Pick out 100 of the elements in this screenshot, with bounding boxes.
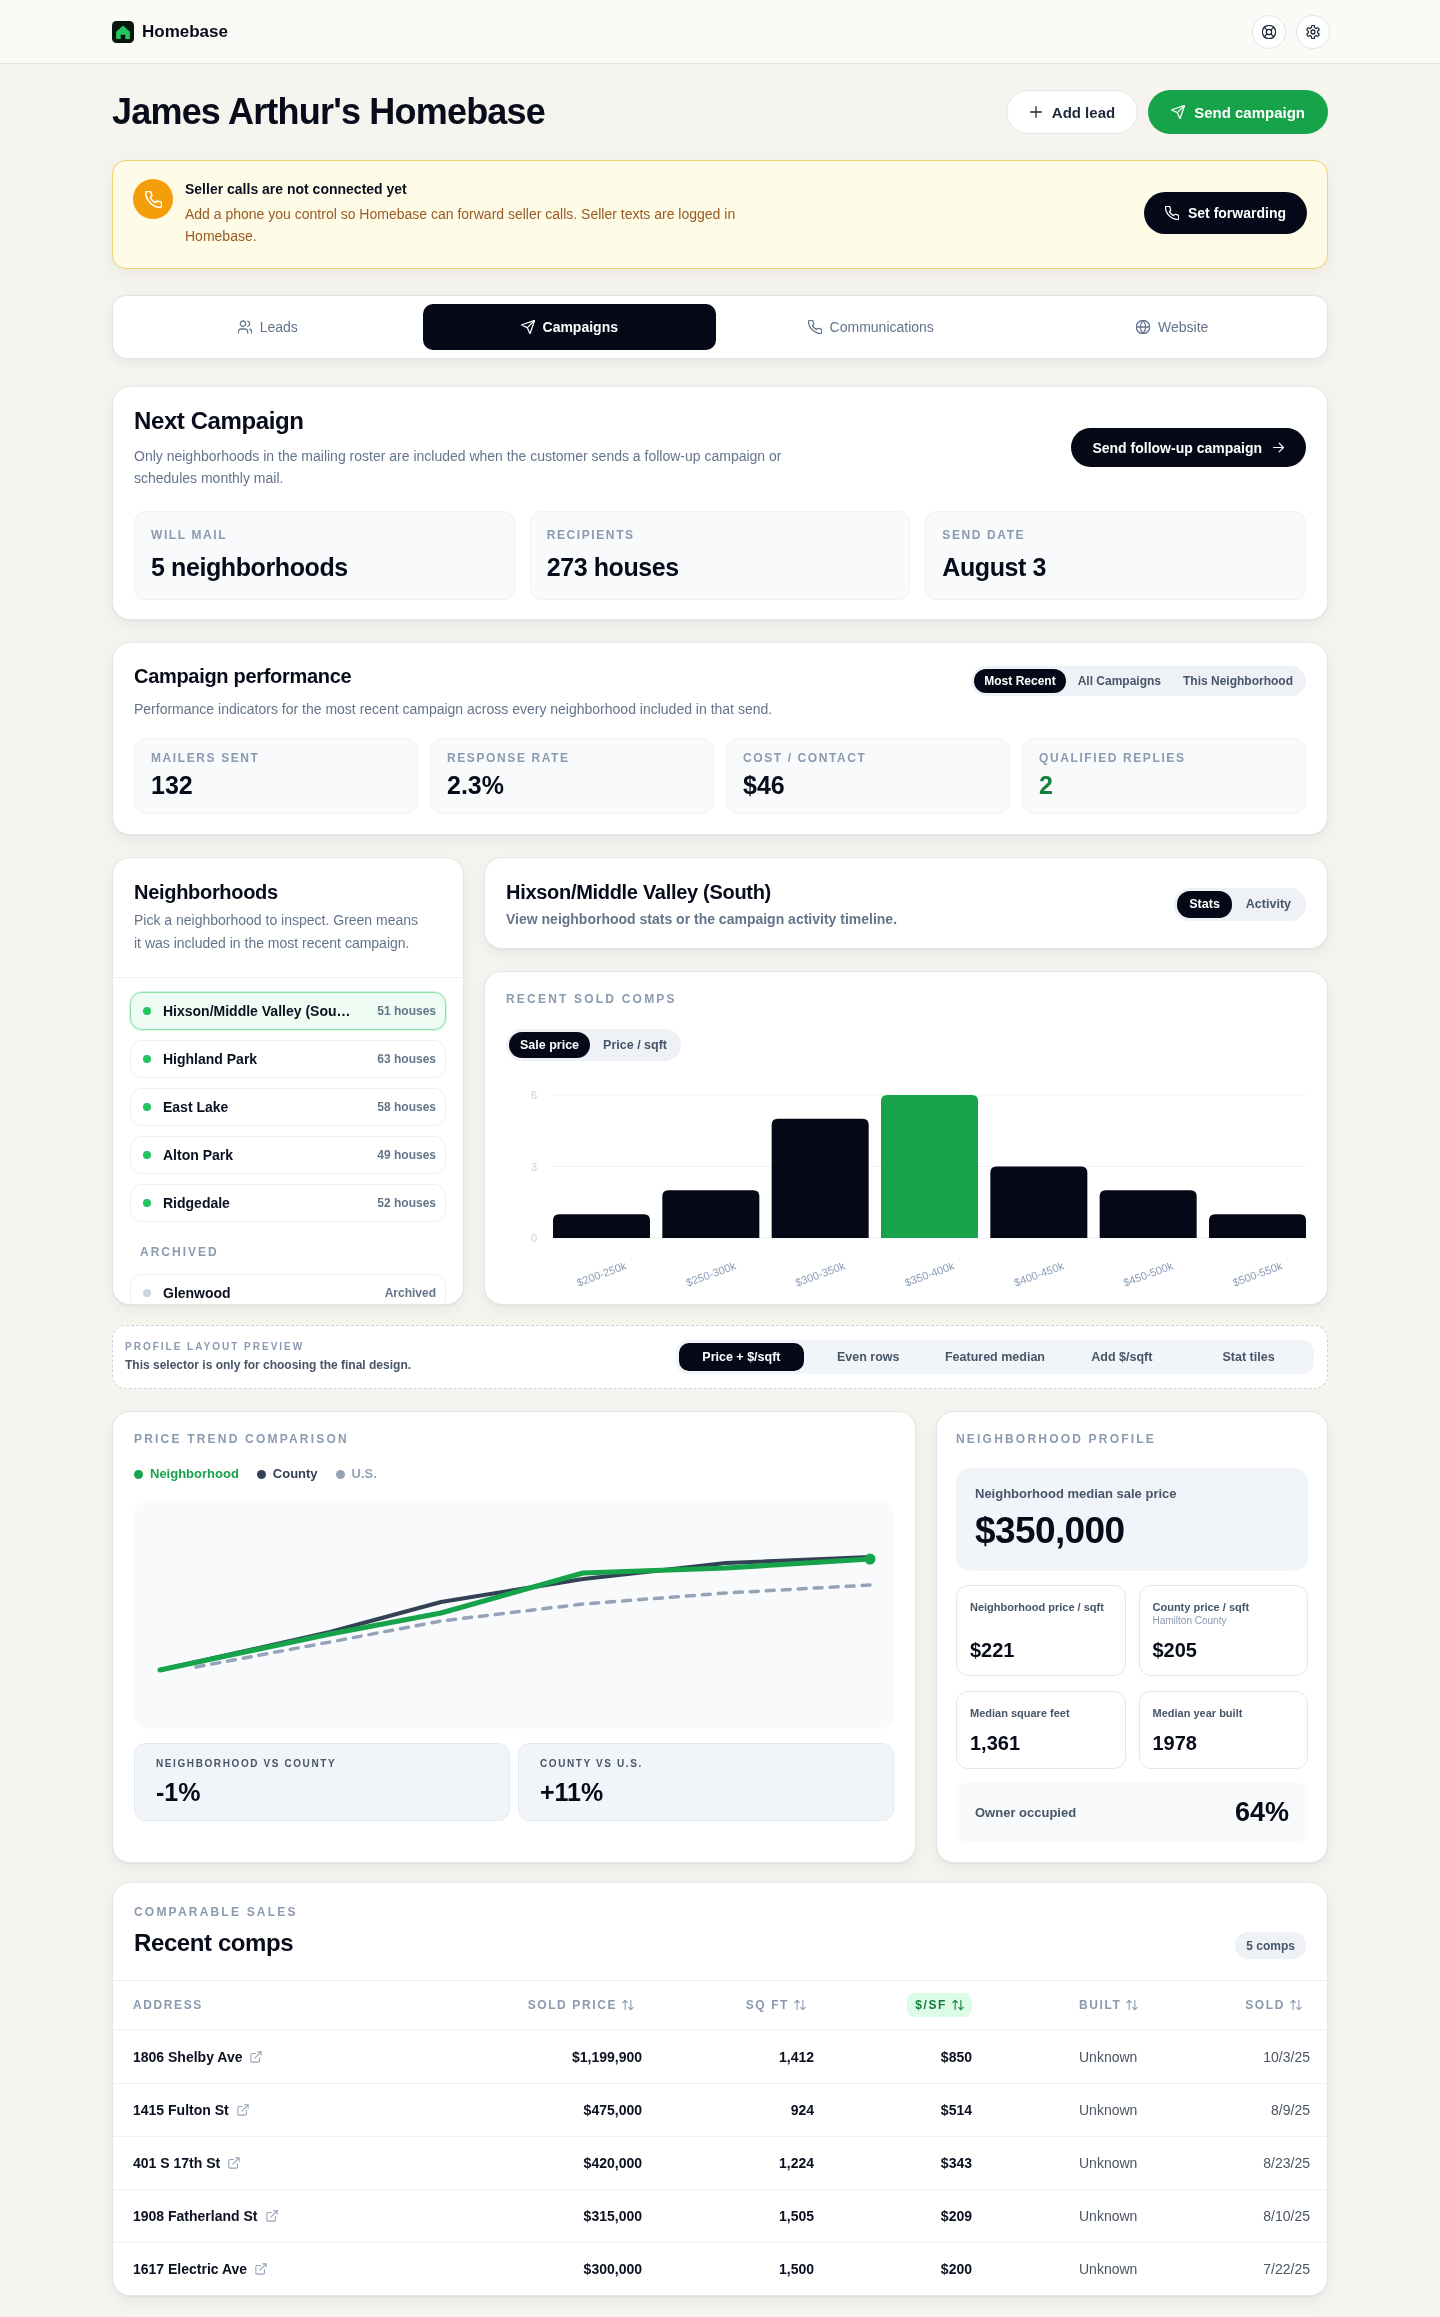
sort-icon [1290, 1999, 1302, 2011]
stat-value: 273 houses [546, 552, 680, 582]
settings-button[interactable] [1296, 14, 1330, 49]
stat-label: RECIPIENTS [546, 528, 636, 542]
section-description: View neighborhood stats or the campaign activity timeline. [506, 910, 898, 929]
section-label: PRICE TREND COMPARISON [134, 1432, 350, 1446]
address-link[interactable]: 1908 Fatherland St [133, 2208, 278, 2224]
neighborhood-item[interactable]: Alton Park 49 houses [130, 1136, 446, 1174]
table-cell: $850 [940, 2048, 972, 2065]
nav-tab[interactable]: Campaigns [422, 304, 716, 350]
column-header[interactable]: $/SF [907, 1993, 972, 2017]
layout-option[interactable]: Even rows [805, 1343, 931, 1371]
section-title: Recent comps [134, 1928, 295, 1958]
sort-icon [622, 1999, 634, 2011]
table-cell: $420,000 [583, 2155, 642, 2171]
external-link-icon [265, 2210, 278, 2222]
neighborhood-item[interactable]: Highland Park 63 houses [130, 1040, 446, 1078]
table-cell: 8/9/25 [1271, 2102, 1310, 2118]
neighborhood-item[interactable]: East Lake 58 houses [130, 1088, 446, 1126]
layout-option[interactable]: Price + $/sqft [679, 1343, 804, 1371]
nav-tab[interactable]: Leads [121, 304, 415, 350]
page-title: James Arthur's Homebase [112, 90, 545, 134]
layout-option[interactable]: Featured median [932, 1343, 1058, 1371]
settings-icon [1306, 24, 1320, 39]
section-title: Neighborhoods [134, 880, 279, 905]
metric-label: QUALIFIED REPLIES [1039, 751, 1187, 765]
plus-icon [1028, 105, 1043, 119]
send-follow-up-button[interactable]: Send follow-up campaign [1071, 428, 1306, 467]
users-icon [237, 320, 252, 334]
stat-value: 5 neighborhoods [151, 552, 349, 582]
table-cell: 1,412 [778, 2048, 814, 2065]
stat-label: County price / sqft [1152, 1600, 1251, 1614]
address-link[interactable]: 1617 Electric Ave [133, 2261, 268, 2277]
table-cell: 1,224 [778, 2155, 814, 2171]
table-cell: $1,199,900 [571, 2048, 642, 2065]
table-cell: 1,505 [778, 2208, 814, 2224]
stat-sublabel: Hamilton County [1152, 1614, 1228, 1627]
brand-name: Homebase [142, 21, 228, 42]
neighborhood-item[interactable]: Hixson/Middle Valley (Sou… 51 houses [130, 992, 446, 1030]
stat-value: 1,361 [970, 1731, 1022, 1755]
metric-value: 2.3% [447, 771, 505, 799]
external-link-icon [255, 2263, 268, 2275]
nav-tab[interactable]: Communications [724, 304, 1018, 350]
filter-option[interactable]: Most Recent [974, 669, 1066, 693]
section-title: Campaign performance [134, 664, 352, 689]
table-cell: 10/3/25 [1263, 2048, 1310, 2065]
table-cell: $300,000 [583, 2261, 642, 2277]
neighborhood-item[interactable]: Glenwood Archived [130, 1274, 446, 1304]
section-description: Performance indicators for the most recent campaign across every neighborhood included in that send. [134, 700, 774, 719]
section-title: Hixson/Middle Valley (South) [506, 880, 772, 905]
house-count: 49 houses [377, 1148, 436, 1162]
alert-message: Add a phone you control so Homebase can forward seller calls. Seller texts are logged in Homebase. [185, 205, 737, 246]
set-forwarding-button[interactable]: Set forwarding [1144, 192, 1307, 234]
phone-icon [807, 320, 822, 334]
stat-value: $221 [970, 1638, 1016, 1662]
layout-option[interactable]: Stat tiles [1186, 1343, 1311, 1371]
add-lead-button[interactable]: Add lead [1005, 90, 1139, 134]
comparison-value: +11% [540, 1778, 605, 1806]
table-cell: Unknown [1079, 2048, 1138, 2065]
metric-value: 2 [1039, 771, 1054, 799]
legend-label: Neighborhood [150, 1466, 239, 1482]
paper-plane-icon [1171, 105, 1186, 119]
address-link[interactable]: 1415 Fulton St [133, 2102, 249, 2118]
table-cell: 1,500 [778, 2261, 814, 2277]
section-title: Next Campaign [134, 406, 305, 436]
legend-label: County [272, 1466, 318, 1482]
column-header: ADDRESS [132, 1997, 204, 2014]
section-label: NEIGHBORHOOD PROFILE [956, 1432, 1157, 1446]
metric-value: $46 [743, 771, 786, 799]
stat-label: Neighborhood median sale price [975, 1486, 1178, 1502]
table-cell: $514 [940, 2102, 972, 2118]
filter-option[interactable]: This Neighborhood [1173, 669, 1303, 693]
house-count: 58 houses [377, 1100, 436, 1114]
view-option[interactable]: Activity [1233, 890, 1303, 918]
paper-plane-icon [520, 320, 535, 334]
house-count: 63 houses [377, 1052, 436, 1066]
house-logo-icon [112, 20, 134, 43]
stat-label: SEND DATE [942, 528, 1027, 542]
sort-icon [1126, 1999, 1139, 2011]
stat-label: Median year built [1152, 1706, 1244, 1720]
address-link[interactable]: 401 S 17th St [133, 2155, 241, 2171]
filter-option[interactable]: All Campaigns [1067, 669, 1171, 693]
external-link-icon [236, 2104, 249, 2116]
metric-option[interactable]: Sale price [509, 1032, 591, 1058]
nav-tab[interactable]: Website [1025, 304, 1319, 350]
count-badge: 5 comps [1235, 1932, 1306, 1959]
phone-icon [1165, 206, 1179, 220]
sort-icon [952, 1999, 964, 2011]
y-axis-label: 3 [530, 1160, 538, 1173]
table-cell: $209 [940, 2208, 972, 2224]
address-link[interactable]: 1806 Shelby Ave [133, 2048, 263, 2065]
view-option[interactable]: Stats [1177, 890, 1232, 918]
neighborhood-item[interactable]: Ridgedale 52 houses [130, 1184, 446, 1222]
metric-option[interactable]: Price / sqft [592, 1032, 678, 1058]
help-button[interactable] [1252, 14, 1286, 49]
table-cell: $200 [940, 2261, 972, 2277]
layout-option[interactable]: Add $/sqft [1059, 1343, 1185, 1371]
lifebuoy-icon [1262, 24, 1276, 39]
stat-value: $350,000 [975, 1510, 1126, 1552]
archived-status: Archived [384, 1286, 436, 1300]
